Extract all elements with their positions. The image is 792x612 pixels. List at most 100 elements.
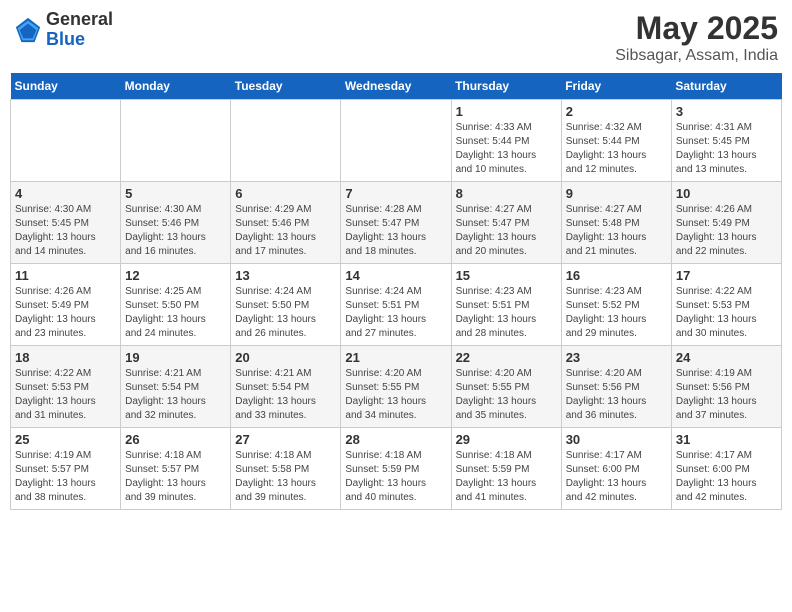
calendar-table: SundayMondayTuesdayWednesdayThursdayFrid… — [10, 73, 782, 510]
day-info: Sunrise: 4:17 AM Sunset: 6:00 PM Dayligh… — [676, 449, 777, 505]
main-title: May 2025 — [615, 10, 778, 47]
day-number: 6 — [235, 186, 336, 201]
day-number: 30 — [566, 432, 667, 447]
week-row-3: 11Sunrise: 4:26 AM Sunset: 5:49 PM Dayli… — [11, 264, 782, 346]
logo-blue-text: Blue — [46, 29, 85, 49]
day-info: Sunrise: 4:22 AM Sunset: 5:53 PM Dayligh… — [15, 367, 116, 423]
calendar-cell: 19Sunrise: 4:21 AM Sunset: 5:54 PM Dayli… — [121, 346, 231, 428]
day-info: Sunrise: 4:24 AM Sunset: 5:50 PM Dayligh… — [235, 285, 336, 341]
day-info: Sunrise: 4:20 AM Sunset: 5:55 PM Dayligh… — [345, 367, 446, 423]
calendar-cell: 28 Sunrise: 4:18 AM Sunset: 5:59 PM Dayli… — [341, 428, 451, 510]
calendar-cell: 20 Sunrise: 4:21 AM Sunset: 5:54 PM Dayli… — [231, 346, 341, 428]
calendar-cell: 16 Sunrise: 4:23 AM Sunset: 5:52 PM Dayli… — [561, 264, 671, 346]
day-info: Sunrise: 4:25 AM Sunset: 5:50 PM Dayligh… — [125, 285, 226, 341]
calendar-cell: 22 Sunrise: 4:20 AM Sunset: 5:55 PM Dayli… — [451, 346, 561, 428]
calendar-cell: 30 Sunrise: 4:17 AM Sunset: 6:00 PM Dayli… — [561, 428, 671, 510]
calendar-cell — [121, 100, 231, 182]
calendar-cell: 27 Sunrise: 4:18 AM Sunset: 5:58 PM Dayli… — [231, 428, 341, 510]
calendar-cell: 9Sunrise: 4:27 AM Sunset: 5:48 PM Daylig… — [561, 182, 671, 264]
calendar-cell: 18Sunrise: 4:22 AM Sunset: 5:53 PM Dayli… — [11, 346, 121, 428]
day-number: 7 — [345, 186, 446, 201]
calendar-cell: 5 Sunrise: 4:30 AM Sunset: 5:46 PM Daylig… — [121, 182, 231, 264]
day-number: 22 — [456, 350, 557, 365]
calendar-cell: 10 Sunrise: 4:26 AM Sunset: 5:49 PM Dayli… — [671, 182, 781, 264]
calendar-cell: 13 Sunrise: 4:24 AM Sunset: 5:50 PM Dayli… — [231, 264, 341, 346]
calendar-cell: 29Sunrise: 4:18 AM Sunset: 5:59 PM Dayli… — [451, 428, 561, 510]
day-info: Sunrise: 4:27 AM Sunset: 5:47 PM Dayligh… — [456, 203, 557, 259]
day-info: Sunrise: 4:20 AM Sunset: 5:55 PM Dayligh… — [456, 367, 557, 423]
day-info: Sunrise: 4:18 AM Sunset: 5:58 PM Dayligh… — [235, 449, 336, 505]
calendar-cell: 12 Sunrise: 4:25 AM Sunset: 5:50 PM Dayli… — [121, 264, 231, 346]
day-number: 24 — [676, 350, 777, 365]
day-info: Sunrise: 4:26 AM Sunset: 5:49 PM Dayligh… — [676, 203, 777, 259]
day-header-sunday: Sunday — [11, 73, 121, 100]
day-info: Sunrise: 4:30 AM Sunset: 5:46 PM Dayligh… — [125, 203, 226, 259]
day-number: 5 — [125, 186, 226, 201]
day-header-friday: Friday — [561, 73, 671, 100]
day-number: 10 — [676, 186, 777, 201]
calendar-cell — [341, 100, 451, 182]
days-header-row: SundayMondayTuesdayWednesdayThursdayFrid… — [11, 73, 782, 100]
day-number: 11 — [15, 268, 116, 283]
day-number: 4 — [15, 186, 116, 201]
day-number: 15 — [456, 268, 557, 283]
week-row-5: 25 Sunrise: 4:19 AM Sunset: 5:57 PM Dayli… — [11, 428, 782, 510]
day-info: Sunrise: 4:33 AM Sunset: 5:44 PM Dayligh… — [456, 121, 557, 177]
logo-general-text: General — [46, 9, 113, 29]
day-info: Sunrise: 4:30 AM Sunset: 5:45 PM Dayligh… — [15, 203, 116, 259]
day-number: 14 — [345, 268, 446, 283]
day-info: Sunrise: 4:31 AM Sunset: 5:45 PM Dayligh… — [676, 121, 777, 177]
day-header-monday: Monday — [121, 73, 231, 100]
day-header-saturday: Saturday — [671, 73, 781, 100]
day-info: Sunrise: 4:18 AM Sunset: 5:57 PM Dayligh… — [125, 449, 226, 505]
calendar-cell: 15 Sunrise: 4:23 AM Sunset: 5:51 PM Dayli… — [451, 264, 561, 346]
day-number: 3 — [676, 104, 777, 119]
day-info: Sunrise: 4:17 AM Sunset: 6:00 PM Dayligh… — [566, 449, 667, 505]
day-info: Sunrise: 4:18 AM Sunset: 5:59 PM Dayligh… — [456, 449, 557, 505]
calendar-cell: 25 Sunrise: 4:19 AM Sunset: 5:57 PM Dayli… — [11, 428, 121, 510]
day-number: 16 — [566, 268, 667, 283]
day-info: Sunrise: 4:23 AM Sunset: 5:51 PM Dayligh… — [456, 285, 557, 341]
day-info: Sunrise: 4:29 AM Sunset: 5:46 PM Dayligh… — [235, 203, 336, 259]
day-header-wednesday: Wednesday — [341, 73, 451, 100]
calendar-cell — [231, 100, 341, 182]
day-info: Sunrise: 4:19 AM Sunset: 5:57 PM Dayligh… — [15, 449, 116, 505]
calendar-cell: 24 Sunrise: 4:19 AM Sunset: 5:56 PM Dayli… — [671, 346, 781, 428]
day-number: 9 — [566, 186, 667, 201]
day-number: 27 — [235, 432, 336, 447]
calendar-cell: 23Sunrise: 4:20 AM Sunset: 5:56 PM Dayli… — [561, 346, 671, 428]
day-number: 25 — [15, 432, 116, 447]
day-info: Sunrise: 4:18 AM Sunset: 5:59 PM Dayligh… — [345, 449, 446, 505]
calendar-cell: 8Sunrise: 4:27 AM Sunset: 5:47 PM Daylig… — [451, 182, 561, 264]
day-header-tuesday: Tuesday — [231, 73, 341, 100]
day-number: 1 — [456, 104, 557, 119]
day-info: Sunrise: 4:21 AM Sunset: 5:54 PM Dayligh… — [235, 367, 336, 423]
logo: General Blue — [14, 10, 113, 50]
title-block: May 2025 Sibsagar, Assam, India — [615, 10, 778, 65]
day-number: 28 — [345, 432, 446, 447]
day-number: 12 — [125, 268, 226, 283]
calendar-cell: 14 Sunrise: 4:24 AM Sunset: 5:51 PM Dayli… — [341, 264, 451, 346]
page-header: General Blue May 2025 Sibsagar, Assam, I… — [10, 10, 782, 65]
day-number: 13 — [235, 268, 336, 283]
calendar-cell: 2Sunrise: 4:32 AM Sunset: 5:44 PM Daylig… — [561, 100, 671, 182]
day-info: Sunrise: 4:24 AM Sunset: 5:51 PM Dayligh… — [345, 285, 446, 341]
day-number: 19 — [125, 350, 226, 365]
day-number: 2 — [566, 104, 667, 119]
day-number: 21 — [345, 350, 446, 365]
day-number: 26 — [125, 432, 226, 447]
day-number: 20 — [235, 350, 336, 365]
calendar-cell: 11Sunrise: 4:26 AM Sunset: 5:49 PM Dayli… — [11, 264, 121, 346]
day-info: Sunrise: 4:22 AM Sunset: 5:53 PM Dayligh… — [676, 285, 777, 341]
calendar-cell: 26 Sunrise: 4:18 AM Sunset: 5:57 PM Dayli… — [121, 428, 231, 510]
day-info: Sunrise: 4:23 AM Sunset: 5:52 PM Dayligh… — [566, 285, 667, 341]
day-number: 17 — [676, 268, 777, 283]
calendar-cell: 21 Sunrise: 4:20 AM Sunset: 5:55 PM Dayli… — [341, 346, 451, 428]
week-row-1: 1 Sunrise: 4:33 AM Sunset: 5:44 PM Daylig… — [11, 100, 782, 182]
day-header-thursday: Thursday — [451, 73, 561, 100]
calendar-cell: 1 Sunrise: 4:33 AM Sunset: 5:44 PM Daylig… — [451, 100, 561, 182]
calendar-cell: 4 Sunrise: 4:30 AM Sunset: 5:45 PM Daylig… — [11, 182, 121, 264]
day-number: 23 — [566, 350, 667, 365]
day-info: Sunrise: 4:28 AM Sunset: 5:47 PM Dayligh… — [345, 203, 446, 259]
day-info: Sunrise: 4:19 AM Sunset: 5:56 PM Dayligh… — [676, 367, 777, 423]
